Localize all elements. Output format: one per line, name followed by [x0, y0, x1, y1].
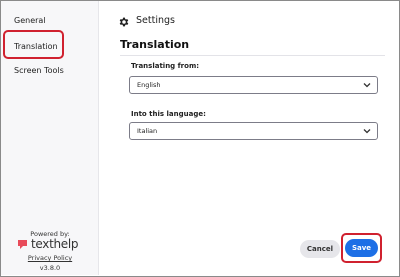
gear-icon: [119, 17, 129, 27]
texthelp-logo: texthelp: [17, 237, 87, 252]
version-label: v3.8.0: [39, 264, 61, 272]
cancel-button[interactable]: Cancel: [300, 240, 340, 258]
texthelp-logo-icon: [18, 240, 27, 249]
sidebar-item-screen-tools[interactable]: Screen Tools: [1, 60, 99, 82]
sidebar-item-general[interactable]: General: [1, 10, 99, 32]
page-title: Translation: [120, 38, 190, 51]
translating-from-label: Translating from:: [131, 62, 200, 70]
target-language-select[interactable]: Italian: [129, 122, 378, 140]
chevron-down-icon: [363, 83, 371, 88]
source-language-value: English: [137, 81, 161, 89]
chevron-down-icon: [363, 129, 371, 134]
source-language-select[interactable]: English: [129, 76, 378, 94]
privacy-policy-link[interactable]: Privacy Policy: [1, 254, 99, 262]
into-language-label: Into this language:: [131, 110, 206, 118]
target-language-value: Italian: [137, 127, 158, 135]
header-title: Settings: [136, 15, 175, 26]
sidebar: General Translation Screen Tools Powered…: [1, 1, 99, 275]
save-button[interactable]: Save: [345, 239, 378, 257]
brand-name: texthelp: [31, 237, 79, 251]
sidebar-item-translation[interactable]: Translation: [1, 36, 99, 58]
